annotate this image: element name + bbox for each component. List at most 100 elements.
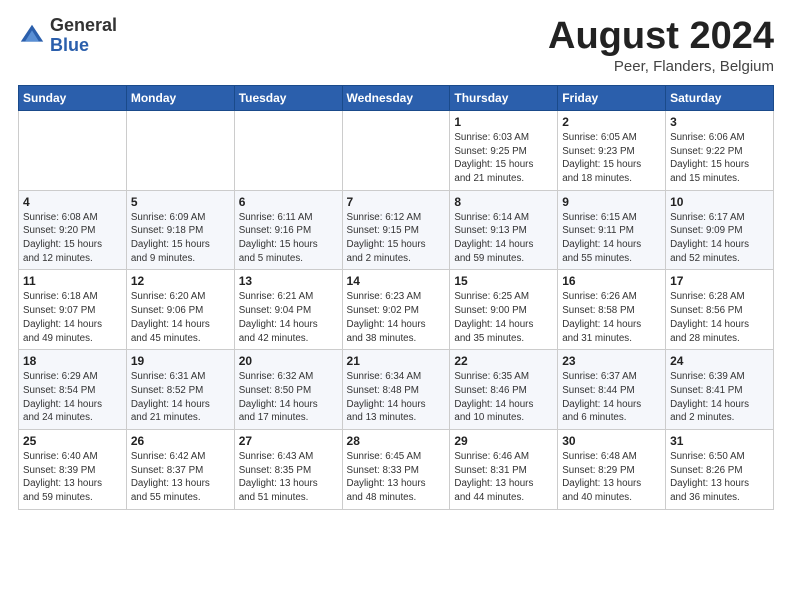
col-monday: Monday <box>126 85 234 110</box>
day-number: 18 <box>23 354 122 368</box>
calendar-table: Sunday Monday Tuesday Wednesday Thursday… <box>18 85 774 510</box>
col-tuesday: Tuesday <box>234 85 342 110</box>
calendar-cell <box>126 110 234 190</box>
title-location: Peer, Flanders, Belgium <box>548 58 774 75</box>
calendar-cell <box>234 110 342 190</box>
calendar-cell: 27Sunrise: 6:43 AM Sunset: 8:35 PM Dayli… <box>234 430 342 510</box>
calendar-cell: 16 Sunrise: 6:26 AM Sunset: 8:58 PM Dayli… <box>558 270 666 350</box>
day-info: Sunrise: 6:23 AM Sunset: 9:02 PM Dayligh… <box>347 290 446 345</box>
day-info: Sunrise: 6:45 AM Sunset: 8:33 PM Dayligh… <box>347 450 446 505</box>
calendar-cell: 30 Sunrise: 6:48 AM Sunset: 8:29 PM Dayli… <box>558 430 666 510</box>
calendar-cell: 18 Sunrise: 6:29 AM Sunset: 8:54 PM Dayli… <box>19 350 127 430</box>
day-info: Sunrise: 6:31 AM Sunset: 8:52 PM Dayligh… <box>131 370 230 425</box>
calendar-cell: 31 Sunrise: 6:50 AM Sunset: 8:26 PM Dayli… <box>666 430 774 510</box>
day-info: Sunrise: 6:18 AM Sunset: 9:07 PM Dayligh… <box>23 290 122 345</box>
calendar-week-row: 1 Sunrise: 6:03 AM Sunset: 9:25 PM Daylig… <box>19 110 774 190</box>
calendar-week-row: 18 Sunrise: 6:29 AM Sunset: 8:54 PM Dayli… <box>19 350 774 430</box>
calendar-cell: 7 Sunrise: 6:12 AM Sunset: 9:15 PM Daylig… <box>342 190 450 270</box>
calendar-header-row: Sunday Monday Tuesday Wednesday Thursday… <box>19 85 774 110</box>
day-info: Sunrise: 6:35 AM Sunset: 8:46 PM Dayligh… <box>454 370 553 425</box>
calendar-cell: 2 Sunrise: 6:05 AM Sunset: 9:23 PM Daylig… <box>558 110 666 190</box>
calendar-cell: 6 Sunrise: 6:11 AM Sunset: 9:16 PM Daylig… <box>234 190 342 270</box>
day-number: 19 <box>131 354 230 368</box>
day-number: 31 <box>670 434 769 448</box>
calendar-week-row: 11 Sunrise: 6:18 AM Sunset: 9:07 PM Dayli… <box>19 270 774 350</box>
day-info: Sunrise: 6:15 AM Sunset: 9:11 PM Dayligh… <box>562 211 661 266</box>
calendar-cell: 21 Sunrise: 6:34 AM Sunset: 8:48 PM Dayli… <box>342 350 450 430</box>
day-info: Sunrise: 6:43 AM Sunset: 8:35 PM Dayligh… <box>239 450 338 505</box>
calendar-cell <box>342 110 450 190</box>
day-info: Sunrise: 6:09 AM Sunset: 9:18 PM Dayligh… <box>131 211 230 266</box>
day-number: 2 <box>562 115 661 129</box>
day-info: Sunrise: 6:37 AM Sunset: 8:44 PM Dayligh… <box>562 370 661 425</box>
calendar-week-row: 4 Sunrise: 6:08 AM Sunset: 9:20 PM Daylig… <box>19 190 774 270</box>
day-info: Sunrise: 6:11 AM Sunset: 9:16 PM Dayligh… <box>239 211 338 266</box>
day-number: 5 <box>131 195 230 209</box>
day-info: Sunrise: 6:40 AM Sunset: 8:39 PM Dayligh… <box>23 450 122 505</box>
day-number: 10 <box>670 195 769 209</box>
day-info: Sunrise: 6:48 AM Sunset: 8:29 PM Dayligh… <box>562 450 661 505</box>
day-number: 21 <box>347 354 446 368</box>
calendar-cell: 26Sunrise: 6:42 AM Sunset: 8:37 PM Dayli… <box>126 430 234 510</box>
day-number: 8 <box>454 195 553 209</box>
logo-blue-text: Blue <box>50 36 117 56</box>
header: General Blue August 2024 Peer, Flanders,… <box>18 16 774 75</box>
col-sunday: Sunday <box>19 85 127 110</box>
title-month: August 2024 <box>548 16 774 58</box>
day-number: 16 <box>562 274 661 288</box>
title-block: August 2024 Peer, Flanders, Belgium <box>548 16 774 75</box>
calendar-cell: 19 Sunrise: 6:31 AM Sunset: 8:52 PM Dayli… <box>126 350 234 430</box>
calendar-cell: 17Sunrise: 6:28 AM Sunset: 8:56 PM Dayli… <box>666 270 774 350</box>
day-info: Sunrise: 6:29 AM Sunset: 8:54 PM Dayligh… <box>23 370 122 425</box>
calendar-cell: 14 Sunrise: 6:23 AM Sunset: 9:02 PM Dayli… <box>342 270 450 350</box>
day-info: Sunrise: 6:20 AM Sunset: 9:06 PM Dayligh… <box>131 290 230 345</box>
day-info: Sunrise: 6:05 AM Sunset: 9:23 PM Dayligh… <box>562 131 661 186</box>
calendar-cell: 28 Sunrise: 6:45 AM Sunset: 8:33 PM Dayli… <box>342 430 450 510</box>
day-info: Sunrise: 6:25 AM Sunset: 9:00 PM Dayligh… <box>454 290 553 345</box>
day-info: Sunrise: 6:42 AM Sunset: 8:37 PM Dayligh… <box>131 450 230 505</box>
day-info: Sunrise: 6:28 AM Sunset: 8:56 PM Dayligh… <box>670 290 769 345</box>
day-number: 14 <box>347 274 446 288</box>
day-number: 28 <box>347 434 446 448</box>
day-number: 1 <box>454 115 553 129</box>
day-number: 3 <box>670 115 769 129</box>
day-info: Sunrise: 6:50 AM Sunset: 8:26 PM Dayligh… <box>670 450 769 505</box>
day-info: Sunrise: 6:39 AM Sunset: 8:41 PM Dayligh… <box>670 370 769 425</box>
logo-icon <box>18 22 46 50</box>
day-info: Sunrise: 6:46 AM Sunset: 8:31 PM Dayligh… <box>454 450 553 505</box>
calendar-cell: 22 Sunrise: 6:35 AM Sunset: 8:46 PM Dayli… <box>450 350 558 430</box>
col-thursday: Thursday <box>450 85 558 110</box>
calendar-cell: 1 Sunrise: 6:03 AM Sunset: 9:25 PM Daylig… <box>450 110 558 190</box>
day-info: Sunrise: 6:34 AM Sunset: 8:48 PM Dayligh… <box>347 370 446 425</box>
calendar-cell: 20Sunrise: 6:32 AM Sunset: 8:50 PM Dayli… <box>234 350 342 430</box>
day-number: 23 <box>562 354 661 368</box>
day-number: 22 <box>454 354 553 368</box>
calendar-cell: 3Sunrise: 6:06 AM Sunset: 9:22 PM Daylig… <box>666 110 774 190</box>
logo-general-text: General <box>50 16 117 36</box>
calendar-cell: 25Sunrise: 6:40 AM Sunset: 8:39 PM Dayli… <box>19 430 127 510</box>
col-friday: Friday <box>558 85 666 110</box>
calendar-cell: 24Sunrise: 6:39 AM Sunset: 8:41 PM Dayli… <box>666 350 774 430</box>
day-info: Sunrise: 6:08 AM Sunset: 9:20 PM Dayligh… <box>23 211 122 266</box>
calendar-cell: 10Sunrise: 6:17 AM Sunset: 9:09 PM Dayli… <box>666 190 774 270</box>
day-number: 15 <box>454 274 553 288</box>
day-number: 4 <box>23 195 122 209</box>
calendar-cell: 12Sunrise: 6:20 AM Sunset: 9:06 PM Dayli… <box>126 270 234 350</box>
calendar-week-row: 25Sunrise: 6:40 AM Sunset: 8:39 PM Dayli… <box>19 430 774 510</box>
calendar-cell: 5 Sunrise: 6:09 AM Sunset: 9:18 PM Daylig… <box>126 190 234 270</box>
day-number: 13 <box>239 274 338 288</box>
day-number: 30 <box>562 434 661 448</box>
day-number: 20 <box>239 354 338 368</box>
calendar-cell: 9Sunrise: 6:15 AM Sunset: 9:11 PM Daylig… <box>558 190 666 270</box>
day-number: 7 <box>347 195 446 209</box>
day-number: 6 <box>239 195 338 209</box>
calendar-cell: 29 Sunrise: 6:46 AM Sunset: 8:31 PM Dayli… <box>450 430 558 510</box>
day-number: 11 <box>23 274 122 288</box>
day-info: Sunrise: 6:12 AM Sunset: 9:15 PM Dayligh… <box>347 211 446 266</box>
day-number: 29 <box>454 434 553 448</box>
calendar-cell: 11 Sunrise: 6:18 AM Sunset: 9:07 PM Dayli… <box>19 270 127 350</box>
day-info: Sunrise: 6:03 AM Sunset: 9:25 PM Dayligh… <box>454 131 553 186</box>
col-saturday: Saturday <box>666 85 774 110</box>
calendar-cell <box>19 110 127 190</box>
day-info: Sunrise: 6:26 AM Sunset: 8:58 PM Dayligh… <box>562 290 661 345</box>
